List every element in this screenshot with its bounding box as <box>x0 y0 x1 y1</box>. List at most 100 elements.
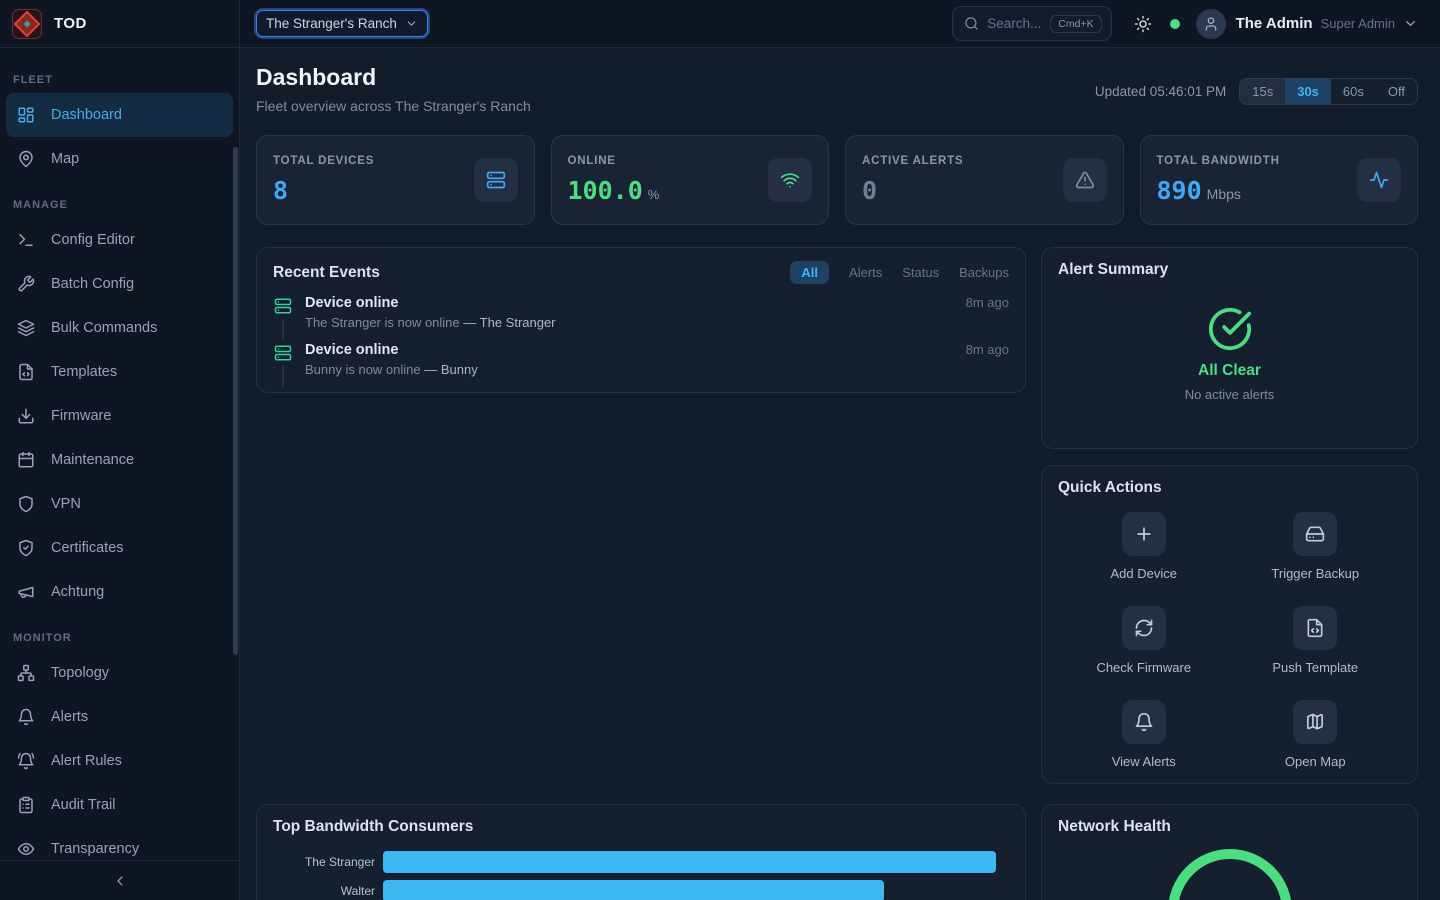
bell-ring-icon <box>17 752 35 770</box>
refresh-interval-control: 15s 30s 60s Off <box>1239 78 1418 105</box>
recent-events-panel: Recent Events All Alerts Status Backups <box>256 247 1026 393</box>
quick-action-view-alerts[interactable]: View Alerts <box>1058 700 1230 769</box>
stat-card-total-devices: TOTAL DEVICES 8 <box>256 135 535 225</box>
alert-triangle-icon <box>1075 170 1095 190</box>
sidebar-nav: FLEET Dashboard Map MANAGE Config Editor… <box>0 48 239 860</box>
sidebar-item-label: Achtung <box>51 584 104 600</box>
quick-action-label: Push Template <box>1272 660 1358 675</box>
sidebar-item-audit-trail[interactable]: Audit Trail <box>6 783 233 827</box>
stat-label: TOTAL BANDWIDTH <box>1157 155 1280 167</box>
sidebar-item-alert-rules[interactable]: Alert Rules <box>6 739 233 783</box>
sidebar-scrollbar-thumb[interactable] <box>233 147 238 655</box>
sidebar-item-map[interactable]: Map <box>6 137 233 181</box>
sidebar-item-label: Audit Trail <box>51 797 115 813</box>
clipboard-list-icon <box>17 796 35 814</box>
event-message: Bunny is now online <box>305 362 424 377</box>
sidebar-item-bulk-commands[interactable]: Bulk Commands <box>6 306 233 350</box>
sidebar-item-dashboard[interactable]: Dashboard <box>6 93 233 137</box>
search-input[interactable]: Search... Cmd+K <box>952 6 1111 41</box>
filter-status-button[interactable]: Status <box>902 265 939 280</box>
quick-action-add-device[interactable]: Add Device <box>1058 512 1230 581</box>
event-row[interactable]: Device online 8m ago Bunny is now online… <box>273 342 1009 387</box>
stat-value: 8 <box>273 176 288 205</box>
file-code-icon <box>1305 618 1325 638</box>
wrench-icon <box>17 275 35 293</box>
dashboard-grid-icon <box>17 106 35 124</box>
stat-value: 100.0 <box>568 176 643 205</box>
refresh-30s-button[interactable]: 30s <box>1285 79 1331 104</box>
refresh-60s-button[interactable]: 60s <box>1331 79 1376 104</box>
shield-check-icon <box>17 539 35 557</box>
sidebar-collapse-button[interactable] <box>0 860 239 900</box>
theme-toggle-button[interactable] <box>1134 15 1152 33</box>
download-icon <box>17 407 35 425</box>
quick-action-push-template[interactable]: Push Template <box>1230 606 1402 675</box>
layers-icon <box>17 319 35 337</box>
stat-value: 890 <box>1157 176 1202 205</box>
health-score-value: 100 <box>1205 896 1254 900</box>
event-device: — Bunny <box>424 362 477 377</box>
sidebar-item-config-editor[interactable]: Config Editor <box>6 218 233 262</box>
quick-actions-panel: Quick Actions Add Device Trigger Backup … <box>1041 465 1418 784</box>
event-row[interactable]: Device online 8m ago The Stranger is now… <box>273 295 1009 340</box>
alert-detail-text: No active alerts <box>1185 387 1275 402</box>
filter-alerts-button[interactable]: Alerts <box>849 265 882 280</box>
sidebar-item-maintenance[interactable]: Maintenance <box>6 438 233 482</box>
check-circle-icon <box>1207 306 1253 352</box>
recent-events-title: Recent Events <box>273 264 380 282</box>
site-selector[interactable]: The Stranger's Ranch <box>256 10 428 37</box>
sidebar-item-label: Alerts <box>51 709 88 725</box>
topbar: TOD The Stranger's Ranch Search... Cmd+K… <box>0 0 1440 48</box>
stat-card-total-bandwidth: TOTAL BANDWIDTH 890 Mbps <box>1140 135 1419 225</box>
bell-icon <box>17 708 35 726</box>
quick-action-check-firmware[interactable]: Check Firmware <box>1058 606 1230 675</box>
user-menu-chevron-icon[interactable] <box>1403 16 1418 31</box>
map-icon <box>1305 712 1325 732</box>
sidebar-item-label: Certificates <box>51 540 124 556</box>
sidebar-item-label: Dashboard <box>51 107 122 123</box>
sidebar-item-vpn[interactable]: VPN <box>6 482 233 526</box>
sidebar-item-batch-config[interactable]: Batch Config <box>6 262 233 306</box>
connection-status-dot <box>1170 19 1180 29</box>
sidebar-item-label: Transparency <box>51 841 139 857</box>
refresh-icon <box>1134 618 1154 638</box>
event-time: 8m ago <box>966 295 1009 311</box>
avatar[interactable] <box>1196 9 1226 39</box>
sidebar-item-certificates[interactable]: Certificates <box>6 526 233 570</box>
stat-value: 0 <box>862 176 877 205</box>
sidebar-item-templates[interactable]: Templates <box>6 350 233 394</box>
sun-icon <box>1134 15 1152 33</box>
event-time: 8m ago <box>966 342 1009 358</box>
main-content: Dashboard Fleet overview across The Stra… <box>240 48 1440 900</box>
refresh-off-button[interactable]: Off <box>1376 79 1417 104</box>
brand: TOD <box>0 0 240 47</box>
quick-action-trigger-backup[interactable]: Trigger Backup <box>1230 512 1402 581</box>
event-list: Device online 8m ago The Stranger is now… <box>273 295 1009 387</box>
chevron-down-icon <box>405 17 418 30</box>
filter-all-button[interactable]: All <box>790 261 829 284</box>
sidebar-item-alerts[interactable]: Alerts <box>6 695 233 739</box>
bandwidth-bars: The Stranger Walter <box>273 851 1009 900</box>
quick-action-label: Open Map <box>1285 754 1346 769</box>
stat-unit: Mbps <box>1207 186 1241 202</box>
sidebar-item-topology[interactable]: Topology <box>6 651 233 695</box>
updated-timestamp: Updated 05:46:01 PM <box>1095 84 1226 99</box>
sidebar-item-achtung[interactable]: Achtung <box>6 570 233 614</box>
stat-cards-row: TOTAL DEVICES 8 ONLINE 100.0% ACTIVE ALE… <box>256 135 1418 225</box>
filter-backups-button[interactable]: Backups <box>959 265 1009 280</box>
sidebar-item-transparency[interactable]: Transparency <box>6 827 233 860</box>
bell-icon <box>1134 712 1154 732</box>
sidebar-item-label: Templates <box>51 364 117 380</box>
sidebar-item-label: Topology <box>51 665 109 681</box>
bar-label: The Stranger <box>273 855 383 869</box>
calendar-icon <box>17 451 35 469</box>
hard-drive-icon <box>1305 524 1325 544</box>
refresh-15s-button[interactable]: 15s <box>1240 79 1285 104</box>
bar-label: Walter <box>273 884 383 898</box>
quick-action-open-map[interactable]: Open Map <box>1230 700 1402 769</box>
alert-summary-panel: Alert Summary All Clear No active alerts <box>1041 247 1418 449</box>
sidebar-item-firmware[interactable]: Firmware <box>6 394 233 438</box>
activity-icon <box>1369 170 1389 190</box>
timeline-connector <box>282 319 284 340</box>
bar-row: Walter <box>273 880 1009 900</box>
